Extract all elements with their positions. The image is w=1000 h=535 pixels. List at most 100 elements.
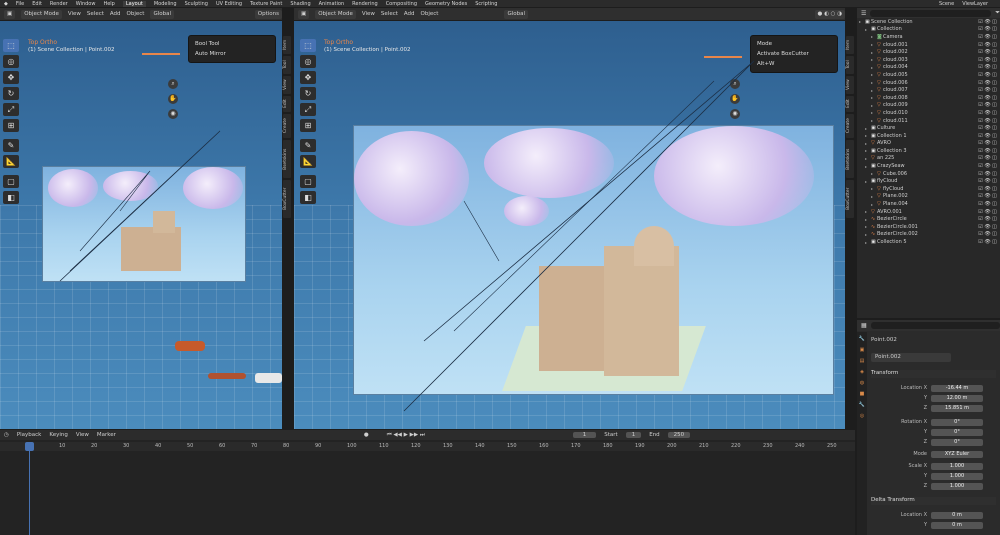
visibility-eye-icon[interactable]: 👁	[984, 49, 991, 55]
tab-compositing[interactable]: Compositing	[386, 1, 417, 7]
outliner-row[interactable]: ▸ ▣ flyCloud ☑ 👁 ◫	[857, 177, 1000, 185]
editor-type-button[interactable]: ▣	[298, 9, 310, 19]
exclude-checkbox-icon[interactable]: ☑	[977, 193, 984, 199]
visibility-eye-icon[interactable]: 👁	[984, 193, 991, 199]
outliner-row[interactable]: ▸ ▽ Plane.004 ☑ 👁 ◫	[857, 200, 1000, 208]
outliner-row[interactable]: ▸ ▽ cloud.008 ☑ 👁 ◫	[857, 94, 1000, 102]
tab-uv-editing[interactable]: UV Editing	[216, 1, 242, 7]
delta-location-y-field[interactable]: 0 m	[931, 521, 983, 529]
exclude-checkbox-icon[interactable]: ☑	[977, 216, 984, 222]
object-tab-icon[interactable]: ■	[860, 391, 865, 397]
outliner-row[interactable]: ▸ ▣ Collection 5 ☑ 👁 ◫	[857, 238, 1000, 246]
visibility-eye-icon[interactable]: 👁	[984, 57, 991, 63]
outliner-row[interactable]: ▸ ▽ AVRO ☑ 👁 ◫	[857, 140, 1000, 148]
visibility-eye-icon[interactable]: 👁	[984, 163, 991, 169]
visibility-eye-icon[interactable]: 👁	[984, 110, 991, 116]
properties-editor-icon[interactable]: ▦	[861, 322, 867, 329]
render-camera-icon[interactable]: ◫	[991, 110, 998, 116]
exclude-checkbox-icon[interactable]: ☑	[977, 19, 984, 25]
visibility-eye-icon[interactable]: 👁	[984, 72, 991, 78]
exclude-checkbox-icon[interactable]: ☑	[977, 201, 984, 207]
right-tab-edit[interactable]: Edit	[846, 96, 854, 112]
render-camera-icon[interactable]: ◫	[991, 239, 998, 245]
exclude-checkbox-icon[interactable]: ☑	[977, 49, 984, 55]
exclude-checkbox-icon[interactable]: ☑	[977, 72, 984, 78]
editor-type-button[interactable]: ▣	[4, 9, 16, 19]
outliner-row[interactable]: ▸ ▽ Cube.006 ☑ 👁 ◫	[857, 170, 1000, 178]
mode-dropdown[interactable]: Object Mode	[21, 9, 62, 19]
visibility-eye-icon[interactable]: 👁	[984, 80, 991, 86]
exclude-checkbox-icon[interactable]: ☑	[977, 80, 984, 86]
exclude-checkbox-icon[interactable]: ☑	[977, 125, 984, 131]
render-camera-icon[interactable]: ◫	[991, 87, 998, 93]
render-camera-icon[interactable]: ◫	[991, 148, 998, 154]
right-tab-create[interactable]: Create	[846, 114, 854, 138]
outliner-row[interactable]: ▸ ▽ cloud.005 ☑ 👁 ◫	[857, 71, 1000, 79]
render-camera-icon[interactable]: ◫	[991, 95, 998, 101]
render-camera-icon[interactable]: ◫	[991, 224, 998, 230]
shading-buttons[interactable]: ● ◐ ○ ◑	[814, 9, 845, 19]
tab-animation[interactable]: Animation	[319, 1, 345, 7]
frame-ruler[interactable]: 0102030405060708090100110120130140150160…	[0, 442, 855, 451]
menu-window[interactable]: Window	[76, 1, 96, 7]
render-camera-icon[interactable]: ◫	[991, 26, 998, 32]
render-camera-icon[interactable]: ◫	[991, 231, 998, 237]
outliner-row[interactable]: ▸ ▣ Collection 3 ☑ 👁 ◫	[857, 147, 1000, 155]
exclude-checkbox-icon[interactable]: ☑	[977, 231, 984, 237]
left-tab-item[interactable]: Item	[283, 36, 291, 54]
outliner-row[interactable]: ▸ ▽ cloud.007 ☑ 👁 ◫	[857, 86, 1000, 94]
render-camera-icon[interactable]: ◫	[991, 201, 998, 207]
render-camera-icon[interactable]: ◫	[991, 193, 998, 199]
outliner-row[interactable]: ▸ ▽ AVRO.001 ☑ 👁 ◫	[857, 208, 1000, 216]
right-tab-view[interactable]: View	[846, 76, 854, 94]
render-camera-icon[interactable]: ◫	[991, 186, 998, 192]
render-camera-icon[interactable]: ◫	[991, 216, 998, 222]
tab-modeling[interactable]: Modeling	[154, 1, 177, 7]
mode-dropdown[interactable]: Object Mode	[315, 9, 356, 19]
exclude-checkbox-icon[interactable]: ☑	[977, 95, 984, 101]
visibility-eye-icon[interactable]: 👁	[984, 42, 991, 48]
playback-menu[interactable]: Playback	[17, 432, 42, 438]
render-camera-icon[interactable]: ◫	[991, 209, 998, 215]
tab-texture-paint[interactable]: Texture Paint	[250, 1, 282, 7]
outliner-row[interactable]: ▸ ▽ cloud.011 ☑ 👁 ◫	[857, 117, 1000, 125]
outliner-row[interactable]: ▸ ▽ cloud.004 ☑ 👁 ◫	[857, 64, 1000, 72]
options-dropdown[interactable]: Options	[254, 9, 282, 19]
render-camera-icon[interactable]: ◫	[991, 155, 998, 161]
visibility-eye-icon[interactable]: 👁	[984, 239, 991, 245]
playhead-marker[interactable]	[25, 442, 34, 451]
visibility-eye-icon[interactable]: 👁	[984, 186, 991, 192]
exclude-checkbox-icon[interactable]: ☑	[977, 209, 984, 215]
physics-tab-icon[interactable]: ◎	[860, 413, 864, 419]
outliner-row[interactable]: ▸ ▽ an 225 ☑ 👁 ◫	[857, 155, 1000, 163]
tab-shading[interactable]: Shading	[290, 1, 310, 7]
outliner-row[interactable]: ▸ ▽ flyCloud ☑ 👁 ◫	[857, 185, 1000, 193]
filter-icon[interactable]: ⏷	[995, 9, 1000, 17]
render-camera-icon[interactable]: ◫	[991, 80, 998, 86]
outliner-row[interactable]: ▸ ▽ cloud.009 ☑ 👁 ◫	[857, 102, 1000, 110]
orientation-dropdown[interactable]: Global	[150, 9, 175, 19]
left-tab-view[interactable]: View	[283, 76, 291, 94]
visibility-eye-icon[interactable]: 👁	[984, 231, 991, 237]
object-name-field[interactable]: Point.002	[871, 353, 951, 362]
exclude-checkbox-icon[interactable]: ☑	[977, 133, 984, 139]
render-camera-icon[interactable]: ◫	[991, 140, 998, 146]
current-frame-field[interactable]: 1	[572, 432, 597, 438]
render-camera-icon[interactable]: ◫	[991, 163, 998, 169]
visibility-eye-icon[interactable]: 👁	[984, 26, 991, 32]
output-tab-icon[interactable]: ▤	[860, 358, 865, 364]
outliner-row[interactable]: ▸ ▽ Plane.002 ☑ 👁 ◫	[857, 193, 1000, 201]
transform-panel-header[interactable]: Transform	[871, 370, 996, 378]
render-camera-icon[interactable]: ◫	[991, 19, 998, 25]
playback-controls[interactable]: ⏮ ◀◀ ▶ ▶▶ ⏭	[387, 432, 425, 439]
outliner-search-input[interactable]	[870, 9, 992, 17]
exclude-checkbox-icon[interactable]: ☑	[977, 118, 984, 124]
left-tab-tool[interactable]: Tool	[283, 56, 291, 74]
tab-layout[interactable]: Layout	[122, 0, 146, 7]
visibility-eye-icon[interactable]: 👁	[984, 201, 991, 207]
location-y-field[interactable]: 12.00 m	[931, 394, 983, 402]
outliner-row[interactable]: ▸ ▽ cloud.010 ☑ 👁 ◫	[857, 109, 1000, 117]
rotation-mode-dropdown[interactable]: XYZ Euler	[931, 450, 983, 458]
view-menu[interactable]: View	[76, 432, 89, 438]
exclude-checkbox-icon[interactable]: ☑	[977, 42, 984, 48]
